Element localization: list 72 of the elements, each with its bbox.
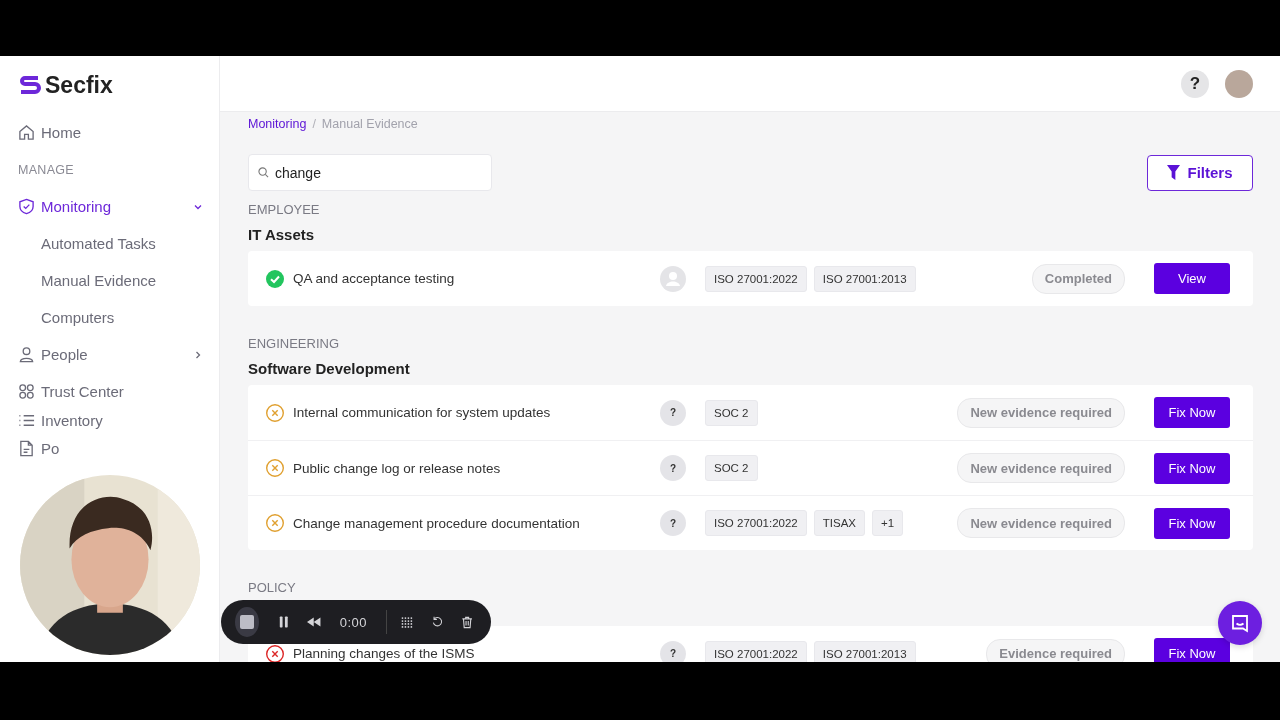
nav-item[interactable]: Inventory xyxy=(18,410,103,430)
action-button[interactable]: Fix Now xyxy=(1154,452,1230,484)
user-placeholder-icon xyxy=(660,265,686,292)
unassigned-badge: ? xyxy=(660,640,686,662)
task-name: Change management procedure documentation xyxy=(293,515,581,531)
unassigned-badge: ? xyxy=(660,399,686,426)
search-field[interactable]: change xyxy=(248,154,492,191)
x-circle-icon xyxy=(266,403,284,422)
framework-tag: SOC 2 xyxy=(705,455,758,481)
help-button[interactable]: ? xyxy=(1181,69,1209,98)
x-circle-icon xyxy=(266,459,284,477)
status-pill: Completed xyxy=(1031,263,1125,294)
action-button[interactable]: Fix Now xyxy=(1154,397,1230,428)
breadcrumb-link[interactable]: Monitoring xyxy=(248,117,307,131)
task-name: Planning changes of the ISMS xyxy=(293,646,476,661)
framework-tag: SOC 2 xyxy=(705,399,758,426)
framework-tag: ISO 27001:2022 xyxy=(705,510,807,536)
rewind-icon[interactable] xyxy=(307,616,321,628)
filter-icon xyxy=(1167,165,1181,180)
unassigned-badge: ? xyxy=(660,510,686,536)
breadcrumb-current: Manual Evidence xyxy=(321,117,418,131)
framework-tag: ISO 27001:2022 xyxy=(705,265,807,292)
section-title: Software Development xyxy=(248,359,411,379)
stop-button[interactable] xyxy=(235,607,259,637)
action-button[interactable]: Fix Now xyxy=(1154,638,1230,662)
framework-tag: ISO 27001:2013 xyxy=(813,265,916,292)
category-label: POLICY xyxy=(248,579,297,597)
framework-tag: TISAX xyxy=(813,510,865,536)
chat-icon xyxy=(1230,613,1250,633)
dots-grid-icon[interactable] xyxy=(400,614,413,630)
framework-tag: +1 xyxy=(872,510,904,536)
nav-item[interactable]: Home xyxy=(18,122,81,143)
pause-icon[interactable] xyxy=(278,615,289,629)
category-label: ENGINEERING xyxy=(248,335,340,353)
chat-button[interactable] xyxy=(1218,601,1262,645)
trash-icon[interactable] xyxy=(461,614,472,630)
nav-item[interactable]: Po xyxy=(18,438,60,459)
framework-tag: ISO 27001:2013 xyxy=(813,640,916,662)
status-pill: New evidence required xyxy=(957,397,1125,428)
logo-icon xyxy=(18,74,42,96)
nav-section-heading: MANAGE xyxy=(18,161,75,179)
nav-subitem[interactable]: Manual Evidence xyxy=(18,262,203,299)
section-title: IT Assets xyxy=(248,225,316,245)
status-pill: New evidence required xyxy=(957,453,1125,483)
unassigned-badge: ? xyxy=(660,455,686,481)
nav-subitem[interactable]: Automated Tasks xyxy=(18,225,203,262)
category-label: EMPLOYEE xyxy=(248,201,321,219)
check-circle-icon xyxy=(266,269,284,288)
task-name: Public change log or release notes xyxy=(293,460,502,476)
person-icon xyxy=(18,346,35,363)
breadcrumb-separator: / xyxy=(312,117,316,131)
task-name: QA and acceptance testing xyxy=(293,271,456,286)
filters-button[interactable]: Filters xyxy=(1147,154,1253,191)
restart-icon[interactable] xyxy=(431,615,443,629)
action-button[interactable]: Fix Now xyxy=(1154,507,1230,539)
status-pill: New evidence required xyxy=(957,508,1125,538)
home-icon xyxy=(18,124,35,141)
nav-item[interactable]: People xyxy=(18,336,203,373)
shield-icon xyxy=(18,198,35,215)
task-name: Internal communication for system updates xyxy=(293,405,552,420)
framework-tag: ISO 27001:2022 xyxy=(705,640,807,662)
grid-icon xyxy=(18,383,35,400)
recording-time: 0:00 xyxy=(339,614,367,630)
x-circle-icon xyxy=(266,514,284,532)
nav-item[interactable]: Trust Center xyxy=(18,381,124,402)
brand-name: Secfix xyxy=(45,71,113,99)
search-icon xyxy=(258,167,269,178)
nav-item[interactable]: Monitoring xyxy=(18,188,203,225)
document-icon xyxy=(18,440,35,457)
status-pill: Evidence required xyxy=(986,638,1125,662)
nav-subitem[interactable]: Computers xyxy=(18,299,203,336)
action-button[interactable]: View xyxy=(1154,263,1230,294)
